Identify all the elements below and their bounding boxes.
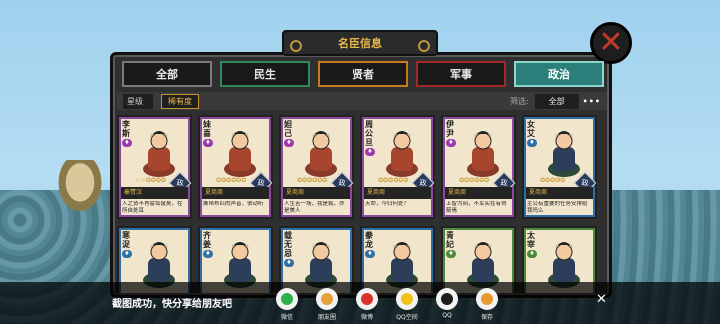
minister-portrait [386, 242, 418, 288]
rarity-pin-icon: ♦ [365, 148, 375, 156]
tab-all[interactable]: 全部 [122, 61, 212, 87]
rarity-pin-icon: ♦ [122, 250, 132, 258]
rarity-pin-icon: ♦ [203, 139, 213, 147]
share-close-icon[interactable]: ✕ [596, 292, 607, 307]
minister-card[interactable]: 伊尹 ♦ ✪✪✪✪✪✪ 政夏商周 上智为间，不军实在有得箭焉 [441, 115, 516, 219]
minister-card[interactable]: 妹喜 ♦ ✪✪✪✪✪✪ 政夏商周 撕帛布匹的声音，很动听 [198, 115, 273, 219]
minister-name: 豢龙 [365, 231, 373, 249]
share-label: 保存 [480, 314, 493, 321]
minister-portrait [305, 131, 337, 177]
close-button[interactable]: ✕ [590, 22, 632, 64]
minister-name: 妹喜 [203, 120, 211, 138]
minister-quote: 上智为间，不军实在有得箭焉 [446, 201, 507, 214]
minister-quote: 主公有重要的任务安排给我吗么 [527, 201, 588, 214]
minister-name: 太宰 [527, 231, 535, 249]
tab-sage[interactable]: 贤者 [318, 61, 408, 87]
minister-card[interactable]: 周公旦 ♦ ✪✪✪✪✪✪ 政夏商周 天命，今归何处？ [360, 115, 435, 219]
minister-portrait [224, 242, 256, 288]
minister-name: 寒浞 [122, 231, 130, 249]
share-wechat-button[interactable]: 微信 [274, 288, 300, 321]
close-icon: ✕ [598, 25, 624, 60]
star-rating: ✪✪✪✪✪✪ [216, 177, 247, 184]
category-tabs: 全部 民生 贤者 军事 政治 [122, 61, 604, 87]
star-rating: ☆☆✪✪✪✪ [135, 177, 166, 184]
more-icon[interactable]: ••• [583, 97, 601, 106]
dynasty-label: 秦赞汉 [121, 187, 188, 199]
filter-select[interactable]: 全部 [534, 93, 579, 109]
rarity-pin-icon: ♦ [446, 250, 456, 258]
filter-label: 筛选: [509, 96, 529, 106]
dynasty-label: 夏商周 [526, 187, 593, 199]
rarity-pin-icon: ♦ [527, 250, 537, 258]
rarity-pin-icon: ♦ [527, 139, 537, 147]
share-label: QQ空间 [396, 314, 418, 321]
share-label: 朋友圈 [317, 314, 336, 321]
tab-military[interactable]: 军事 [416, 61, 506, 87]
rarity-pin-icon: ♦ [203, 250, 213, 258]
rarity-pin-icon: ♦ [446, 139, 456, 147]
star-rating: ✪✪✪✪✪✪ [297, 177, 328, 184]
moments-icon [316, 288, 338, 310]
dynasty-label: 夏商周 [364, 187, 431, 199]
minister-name: 载无忌 [284, 231, 292, 258]
minister-grid: 李斯 ♦ ☆☆✪✪✪✪ 政秦赞汉 人之贤不肖譬如鼠矣，在所自处耳 妹喜 ♦ ✪✪✪✪✪✪ 政夏商… [117, 115, 601, 293]
star-sort-button[interactable]: 星级 [123, 93, 153, 109]
share-qzone-button[interactable]: QQ空间 [394, 288, 420, 321]
dynasty-label: 夏商周 [202, 187, 269, 199]
minister-portrait [467, 242, 499, 288]
filter-bar: 星级 稀有度 筛选: 全部 ••• [117, 92, 607, 110]
rarity-pin-icon: ♦ [365, 250, 375, 258]
minister-name: 周公旦 [365, 120, 373, 147]
star-rating: ✪✪✪✪✪✪ [459, 177, 490, 184]
weibo-icon [356, 288, 378, 310]
minister-name: 女艾 [527, 120, 535, 138]
island-background [55, 160, 105, 216]
minister-quote: 人生苦一场，我是狐，亦是美人 [284, 201, 345, 214]
share-message: 截图成功，快分享给朋友吧 [112, 299, 232, 310]
share-bar: 截图成功，快分享给朋友吧 微信 朋友圈 微博 QQ空间 QQ 保存 ✕ [0, 282, 720, 324]
minister-card[interactable]: 李斯 ♦ ☆☆✪✪✪✪ 政秦赞汉 人之贤不肖譬如鼠矣，在所自处耳 [117, 115, 192, 219]
minister-portrait [386, 131, 418, 177]
minister-portrait [224, 131, 256, 177]
dynasty-label: 夏商周 [445, 187, 512, 199]
minister-portrait [143, 242, 175, 288]
minister-portrait [467, 131, 499, 177]
minister-portrait [305, 242, 337, 288]
wechat-icon [276, 288, 298, 310]
share-label: 微信 [280, 314, 293, 321]
save-icon [476, 288, 498, 310]
rarity-pin-icon: ♦ [284, 139, 294, 147]
share-label: 微博 [360, 314, 373, 321]
page-title: 名臣信息 [282, 30, 438, 56]
minister-name: 李斯 [122, 120, 130, 138]
dynasty-label: 夏商周 [283, 187, 350, 199]
minister-quote: 撕帛布匹的声音，很动听 [203, 201, 264, 207]
star-rating: ✪✪✪✪✪✪ [378, 177, 409, 184]
rarity-pin-icon: ♦ [122, 139, 132, 147]
minister-card[interactable]: 女艾 ♦ ✪✪✪✪✪ 政夏商周 主公有重要的任务安排给我吗么 [522, 115, 597, 219]
minister-portrait [548, 242, 580, 288]
share-save-button[interactable]: 保存 [474, 288, 500, 321]
rarity-sort-button[interactable]: 稀有度 [161, 93, 199, 109]
qq-icon [436, 288, 458, 310]
minister-name: 青妃 [446, 231, 454, 249]
minister-name: 伊尹 [446, 120, 454, 138]
share-label: QQ [442, 312, 452, 319]
minister-card[interactable]: 妲己 ♦ ✪✪✪✪✪✪ 政夏商周 人生苦一场，我是狐，亦是美人 [279, 115, 354, 219]
rarity-pin-icon: ♦ [284, 259, 294, 267]
minister-quote: 人之贤不肖譬如鼠矣，在所自处耳 [122, 201, 183, 214]
tab-politics[interactable]: 政治 [514, 61, 604, 87]
tab-livelihood[interactable]: 民生 [220, 61, 310, 87]
star-rating: ✪✪✪✪✪ [540, 177, 566, 184]
minister-portrait [548, 131, 580, 177]
share-qq-button[interactable]: QQ [434, 288, 460, 321]
minister-name: 齐姜 [203, 231, 211, 249]
minister-portrait [143, 131, 175, 177]
qzone-icon [396, 288, 418, 310]
share-options: 微信 朋友圈 微博 QQ空间 QQ 保存 [274, 288, 500, 321]
share-weibo-button[interactable]: 微博 [354, 288, 380, 321]
share-moments-button[interactable]: 朋友圈 [314, 288, 340, 321]
minister-name: 妲己 [284, 120, 292, 138]
minister-quote: 天命，今归何处？ [365, 201, 410, 207]
